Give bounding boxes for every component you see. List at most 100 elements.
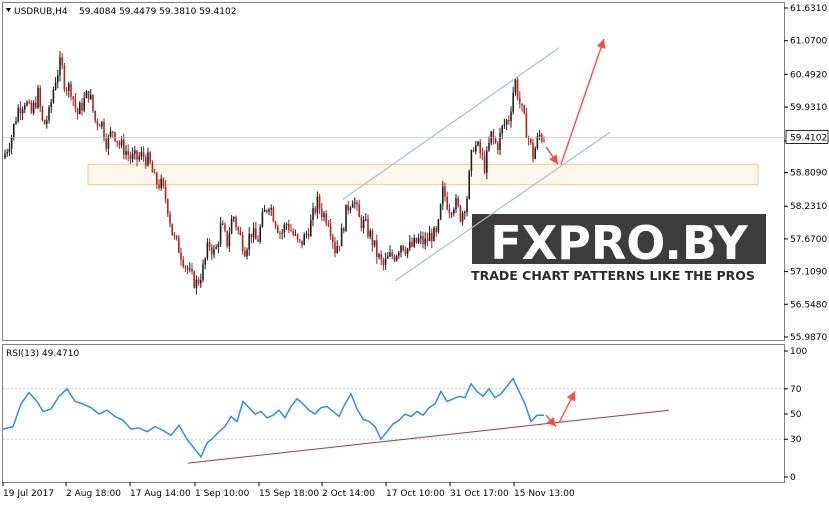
candle-body xyxy=(351,203,354,208)
candle-body xyxy=(8,149,11,152)
candle-body xyxy=(538,134,541,137)
rsi-plot xyxy=(2,377,784,464)
candle-body xyxy=(250,233,253,238)
candle-body xyxy=(120,139,123,146)
candle-body xyxy=(193,271,195,288)
price-tick-label: 58.8090 xyxy=(790,169,827,179)
candle-body xyxy=(92,94,94,111)
candle-body xyxy=(312,208,314,220)
candle-body xyxy=(338,246,341,248)
rsi-tick-label: 70 xyxy=(790,385,802,395)
candle-body xyxy=(213,248,215,255)
rsi-series-line xyxy=(2,377,544,459)
candle-body xyxy=(327,223,330,226)
candle-body xyxy=(435,227,437,233)
candle-body xyxy=(426,238,429,242)
price-arrow-up-shaft xyxy=(560,38,605,165)
candle-body xyxy=(455,198,457,210)
candle-body xyxy=(433,227,435,242)
candle-body xyxy=(387,256,389,259)
candle-body xyxy=(48,107,50,121)
dropdown-triangle-icon[interactable] xyxy=(6,8,11,12)
candle-body xyxy=(292,230,294,235)
candle-body xyxy=(285,223,288,225)
candle-body xyxy=(483,155,486,173)
candle-body xyxy=(384,258,387,265)
candle-body xyxy=(501,125,503,134)
candle-body xyxy=(19,107,22,114)
candle-body xyxy=(274,221,277,227)
candle-body xyxy=(39,88,41,107)
candle-body xyxy=(257,239,259,242)
symbol-label: USDRUB,H4 xyxy=(14,7,68,17)
candle-body xyxy=(318,196,321,209)
candle-body xyxy=(321,208,323,217)
rsi-panel-frame xyxy=(2,344,785,483)
candle-body xyxy=(114,132,116,141)
candle-body xyxy=(109,131,112,137)
candle-body xyxy=(329,225,332,236)
candle-body xyxy=(354,202,356,204)
candle-body xyxy=(4,153,6,159)
candle-body xyxy=(206,242,209,259)
candle-body xyxy=(437,219,440,233)
candle-body xyxy=(28,102,30,104)
candle-body xyxy=(334,242,336,254)
candle-body xyxy=(158,184,160,189)
candle-body xyxy=(479,141,481,154)
candle-body xyxy=(15,121,17,124)
candle-body xyxy=(420,236,422,239)
candle-body xyxy=(431,232,433,242)
candle-body xyxy=(116,140,118,143)
candle-body xyxy=(10,137,13,150)
candle-body xyxy=(21,109,24,114)
candle-body xyxy=(332,235,334,243)
candle-body xyxy=(125,151,127,155)
candle-body xyxy=(279,232,281,234)
price-tick-label: 60.4920 xyxy=(790,70,827,80)
candle-body xyxy=(138,156,140,160)
candle-body xyxy=(376,240,378,258)
candle-body xyxy=(373,240,376,246)
rsi-tick-label: 0 xyxy=(790,473,796,483)
candle-body xyxy=(35,102,37,108)
rsi-tick-label: 30 xyxy=(790,435,802,445)
candle-body xyxy=(246,249,248,257)
candle-body xyxy=(510,111,512,122)
candle-body xyxy=(252,228,255,238)
candle-body xyxy=(415,238,418,243)
candle-body xyxy=(63,65,66,90)
candle-body xyxy=(534,148,536,159)
candle-body xyxy=(532,142,534,159)
candle-body xyxy=(186,266,189,270)
candle-body xyxy=(129,155,132,159)
ohlc-label: 59.4084 59.4479 59.3810 59.4102 xyxy=(79,7,236,17)
candle-body xyxy=(230,218,233,234)
candle-body xyxy=(266,209,268,212)
candle-body xyxy=(103,121,105,139)
candle-body xyxy=(13,123,15,138)
candle-body xyxy=(428,232,431,242)
candle-body xyxy=(180,252,182,260)
candle-body xyxy=(87,91,90,100)
price-tick-label: 57.1090 xyxy=(790,268,827,278)
candle-body xyxy=(160,178,162,189)
candle-body xyxy=(464,211,466,213)
candle-body xyxy=(444,186,446,197)
candle-body xyxy=(263,209,266,213)
candle-body xyxy=(151,162,154,173)
candle-body xyxy=(461,212,464,222)
candle-body xyxy=(477,141,479,146)
price-tick-label: 56.5480 xyxy=(790,300,827,310)
rsi-trendline xyxy=(187,409,670,464)
candle-body xyxy=(215,247,217,249)
candle-body xyxy=(96,120,99,125)
candle-body xyxy=(184,266,187,268)
rsi-tick-label: 50 xyxy=(790,410,802,420)
candle-body xyxy=(299,239,301,241)
candle-body xyxy=(503,124,506,126)
candle-body xyxy=(191,268,193,272)
candle-body xyxy=(189,268,191,270)
candle-body xyxy=(512,92,514,112)
candle-body xyxy=(239,230,242,236)
